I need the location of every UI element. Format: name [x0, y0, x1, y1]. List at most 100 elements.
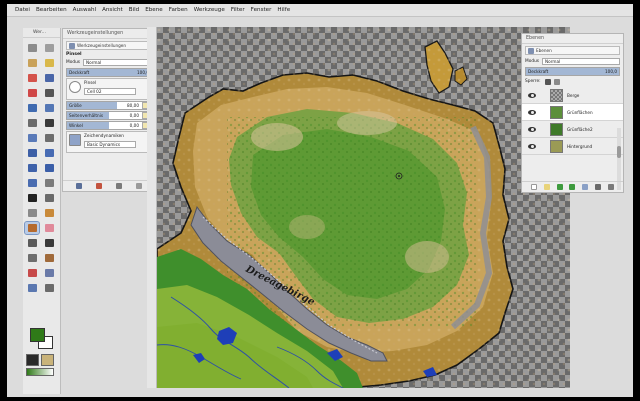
tool-button[interactable] — [42, 192, 56, 204]
gimp-window: Datei Bearbeiten Auswahl Ansicht Bild Eb… — [7, 4, 633, 397]
lock-pixels-icon[interactable] — [544, 78, 551, 85]
menu-fenster[interactable]: Fenster — [251, 7, 272, 13]
tool-button[interactable] — [42, 162, 56, 174]
size-label: Größe — [69, 103, 82, 108]
tool-button[interactable] — [42, 237, 56, 249]
visibility-eye-icon[interactable] — [528, 109, 536, 115]
tool-button[interactable] — [24, 221, 40, 235]
brush-name-field[interactable]: Cell 02 — [84, 88, 136, 95]
tool-button[interactable] — [42, 282, 56, 294]
menu-auswahl[interactable]: Auswahl — [73, 7, 96, 13]
tool-button[interactable] — [42, 87, 56, 99]
tool-button[interactable] — [42, 42, 56, 54]
fg-bg-colors[interactable] — [30, 328, 54, 350]
lower-layer-icon[interactable] — [569, 184, 576, 190]
new-group-icon[interactable] — [544, 184, 551, 190]
save-options-icon[interactable] — [76, 183, 82, 189]
aspect-ratio-slider[interactable]: Seitenverhältnis 0,00 — [66, 111, 152, 120]
tool-button[interactable] — [42, 177, 56, 189]
size-slider[interactable]: Größe 80,00 — [66, 101, 152, 110]
duplicate-layer-icon[interactable] — [582, 184, 589, 190]
tool-button[interactable] — [25, 192, 39, 204]
layer-mode-select[interactable]: Normal — [542, 58, 620, 65]
tool-button[interactable] — [42, 132, 56, 144]
tool-button[interactable] — [25, 207, 39, 219]
foreground-color-swatch[interactable] — [30, 328, 45, 342]
brush-selector[interactable]: Pinsel Cell 02 — [66, 78, 152, 100]
visibility-eye-icon[interactable] — [528, 143, 536, 149]
brush-thumbnail[interactable] — [69, 81, 81, 93]
tool-button[interactable] — [25, 177, 39, 189]
menu-filter[interactable]: Filter — [231, 7, 245, 13]
tool-button[interactable] — [25, 282, 39, 294]
layer-row-berge[interactable]: Berge — [522, 87, 623, 104]
angle-slider[interactable]: Winkel 0,00 — [66, 121, 152, 130]
tool-button[interactable] — [42, 207, 56, 219]
dynamics-name-field[interactable]: Basic Dynamics — [84, 141, 136, 148]
tool-button[interactable] — [42, 57, 56, 69]
dynamics-selector[interactable]: Zeichendynamiken Basic Dynamics — [66, 131, 152, 153]
brush-pattern-gradient-indicator[interactable] — [26, 354, 56, 380]
tab-tool-options[interactable]: Werkzeugeinstellungen — [66, 41, 152, 50]
tool-button[interactable] — [42, 222, 56, 234]
layer-opacity-slider[interactable]: Deckkraft 100,0 — [525, 67, 620, 76]
restore-options-icon[interactable] — [96, 183, 102, 189]
layers-scrollbar-thumb[interactable] — [617, 146, 621, 158]
rect-select-icon — [27, 44, 37, 52]
tool-button[interactable] — [25, 237, 39, 249]
brush-indicator[interactable] — [26, 354, 39, 366]
brush-label: Pinsel — [84, 80, 97, 85]
layer-row-gruenflaeche2[interactable]: Grünfläche2 — [522, 121, 623, 138]
layer-row-hintergrund[interactable]: Hintergrund — [522, 138, 623, 155]
vertical-ruler[interactable] — [147, 27, 157, 388]
tool-button[interactable] — [25, 252, 39, 264]
menu-farben[interactable]: Farben — [169, 7, 188, 13]
tab-layers[interactable]: Ebenen — [525, 46, 620, 55]
ink-icon — [44, 239, 54, 247]
tool-button[interactable] — [25, 57, 39, 69]
menu-ebene[interactable]: Ebene — [145, 7, 163, 13]
tool-button[interactable] — [42, 267, 56, 279]
gradient-indicator[interactable] — [26, 368, 54, 376]
reset-options-icon[interactable] — [136, 183, 142, 189]
mode-select[interactable]: Normal — [83, 59, 152, 66]
tool-button[interactable] — [42, 147, 56, 159]
menu-bearbeiten[interactable]: Bearbeiten — [36, 7, 67, 13]
image-canvas[interactable]: Dreeagebirge — [157, 27, 570, 388]
map-image[interactable]: Dreeagebirge — [157, 27, 570, 388]
tool-button[interactable] — [42, 252, 56, 264]
tool-button[interactable] — [25, 87, 39, 99]
tool-button[interactable] — [25, 147, 39, 159]
tool-button[interactable] — [25, 102, 39, 114]
layer-row-gruenflaechen[interactable]: Grünflächen — [522, 104, 623, 121]
tool-button[interactable] — [25, 42, 39, 54]
visibility-eye-icon[interactable] — [528, 92, 536, 98]
tool-button[interactable] — [42, 102, 56, 114]
menu-datei[interactable]: Datei — [15, 7, 30, 13]
new-layer-icon[interactable] — [531, 184, 538, 190]
tool-button[interactable] — [25, 132, 39, 144]
menu-ansicht[interactable]: Ansicht — [102, 7, 123, 13]
dynamics-thumbnail[interactable] — [69, 134, 81, 146]
tool-button[interactable] — [42, 72, 56, 84]
mode-label: Modus — [66, 60, 81, 65]
opacity-slider[interactable]: Deckkraft 100,0 — [66, 68, 152, 77]
menu-hilfe[interactable]: Hilfe — [277, 7, 290, 13]
angle-value: 0,00 — [129, 123, 139, 128]
visibility-eye-icon[interactable] — [528, 126, 536, 132]
lock-label: Sperre: — [525, 79, 541, 84]
tool-button[interactable] — [25, 162, 39, 174]
anchor-layer-icon[interactable] — [594, 184, 601, 190]
tool-button[interactable] — [25, 117, 39, 129]
menu-bild[interactable]: Bild — [129, 7, 140, 13]
tool-button[interactable] — [25, 267, 39, 279]
lock-alpha-icon[interactable] — [553, 78, 560, 85]
menu-werkzeuge[interactable]: Werkzeuge — [194, 7, 225, 13]
dynamics-label: Zeichendynamiken — [84, 133, 124, 138]
tool-button[interactable] — [42, 117, 56, 129]
pattern-indicator[interactable] — [41, 354, 54, 366]
delete-layer-icon[interactable] — [607, 184, 614, 190]
delete-options-icon[interactable] — [116, 183, 122, 189]
tool-button[interactable] — [25, 72, 39, 84]
raise-layer-icon[interactable] — [556, 184, 563, 190]
